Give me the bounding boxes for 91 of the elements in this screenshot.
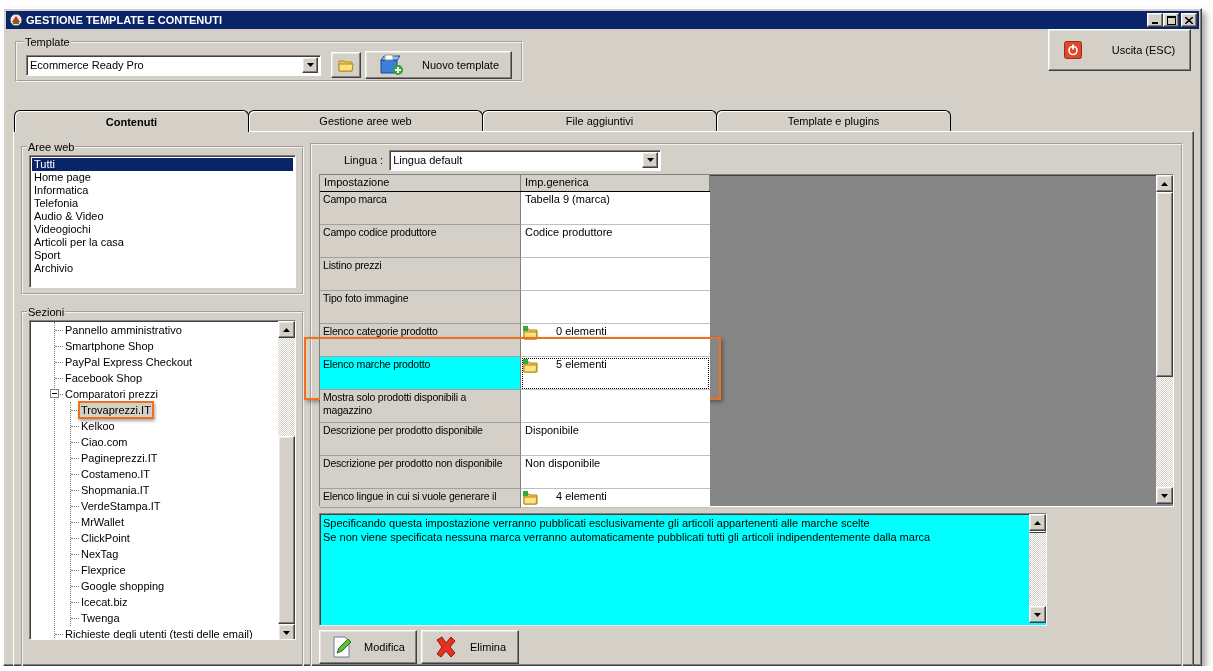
table-cell[interactable]: Campo marca <box>320 192 521 225</box>
tree-item[interactable]: Icecat.biz <box>78 593 131 611</box>
description-text: Se non viene specificata nessuna marca verranno automaticamente pubblicati tutti gli articoli indipendentemente dalla marca <box>323 530 932 544</box>
group-label: Template <box>24 36 71 48</box>
table-cell[interactable]: Elenco marche prodotto <box>320 357 521 390</box>
tab[interactable]: Gestione aree web <box>248 110 483 131</box>
tree-item[interactable]: Shopmania.IT <box>78 481 153 499</box>
action-button[interactable]: Elimina <box>421 630 519 664</box>
list-item[interactable]: Sport <box>32 249 293 262</box>
tree-item[interactable]: Ciao.com <box>78 433 131 451</box>
caret-down-icon <box>1161 493 1168 498</box>
action-button[interactable]: Modifica <box>319 630 417 664</box>
power-icon <box>1063 41 1082 59</box>
window-title: GESTIONE TEMPLATE E CONTENUTI <box>26 14 223 26</box>
tree-item[interactable]: PayPal Express Checkout <box>62 353 196 371</box>
tree-item[interactable]: Smartphone Shop <box>62 337 157 355</box>
table-cell[interactable]: Tabella 9 (marca) <box>521 192 710 225</box>
tree-item[interactable]: Comparatori prezzi <box>62 385 161 403</box>
list-item[interactable]: Tutti <box>32 158 293 171</box>
tree-item[interactable]: Twenga <box>78 609 123 627</box>
caret-down-icon <box>1034 612 1041 617</box>
table-cell[interactable]: Campo codice produttore <box>320 225 521 258</box>
tree-item[interactable]: Pannello amministrativo <box>62 321 185 339</box>
folder-icon <box>522 325 538 340</box>
caret-down-icon <box>306 63 314 67</box>
tab[interactable]: File aggiuntivi <box>482 110 717 131</box>
template-dropdown[interactable]: Ecommerce Ready Pro <box>26 54 321 76</box>
table-cell[interactable]: Listino prezzi <box>320 258 521 291</box>
column-header: Imp.generica <box>521 175 710 191</box>
table-cell[interactable]: Mostra solo prodotti disponibili a magazzino <box>320 390 521 423</box>
exit-button[interactable]: Uscita (ESC) <box>1048 29 1191 71</box>
maximize-icon <box>1166 15 1176 25</box>
folder-icon <box>338 58 354 72</box>
table-cell[interactable]: Codice produttore <box>521 225 710 258</box>
tree-item[interactable]: Kelkoo <box>78 417 118 435</box>
description-text: Specificando questa impostazione verranno pubblicati esclusivamente gli articoli appartenenti alle marche scelte <box>323 516 871 530</box>
column-header: Impostazione <box>320 175 521 191</box>
tree-item[interactable]: ClickPoint <box>78 529 133 547</box>
tree-item[interactable]: Costameno.IT <box>78 465 154 483</box>
table-cell[interactable]: Disponibile <box>521 423 710 456</box>
language-dropdown[interactable]: Lingua default <box>389 149 662 171</box>
table-cell[interactable]: Elenco categorie prodotto <box>320 324 521 357</box>
table-cell[interactable]: Non disponibile <box>521 456 710 489</box>
table-cell[interactable]: Tipo foto immagine <box>320 291 521 324</box>
folder-icon <box>522 358 538 373</box>
tree-item[interactable]: NexTag <box>78 545 122 563</box>
scrollbar[interactable] <box>1156 175 1173 504</box>
close-button[interactable] <box>1181 13 1197 27</box>
tree-item[interactable]: Trovaprezzi.IT <box>78 401 154 419</box>
scrollbar[interactable] <box>1029 514 1046 623</box>
close-icon <box>1185 16 1193 24</box>
new-template-button[interactable]: Nuovo template <box>365 51 512 79</box>
table-cell[interactable]: 0 elementi <box>521 324 710 357</box>
list-item[interactable]: Articoli per la casa <box>32 236 293 249</box>
folder-button[interactable] <box>331 52 361 78</box>
group-label: Aree web <box>27 141 76 153</box>
maximize-button[interactable] <box>1163 13 1179 27</box>
list-item[interactable]: Videogiochi <box>32 223 293 236</box>
pencil-page-icon <box>332 636 352 658</box>
minimize-button[interactable] <box>1147 13 1163 27</box>
tree-item[interactable]: Flexprice <box>78 561 129 579</box>
tree-item[interactable]: MrWallet <box>78 513 127 531</box>
table-cell[interactable]: Descrizione per prodotto non disponibile <box>320 456 521 489</box>
caret-down-icon <box>283 630 290 635</box>
table-cell[interactable]: 5 elementi <box>521 357 710 390</box>
caret-up-icon <box>1161 181 1168 186</box>
list-item[interactable]: Informatica <box>32 184 293 197</box>
scrollbar[interactable] <box>278 321 295 637</box>
tree-item[interactable]: Facebook Shop <box>62 369 146 387</box>
tree-item[interactable]: Pagineprezzi.IT <box>78 449 161 467</box>
list-item[interactable]: Home page <box>32 171 293 184</box>
list-item[interactable]: Audio & Video <box>32 210 293 223</box>
table-cell[interactable]: 4 elementi <box>521 489 710 508</box>
tree-item[interactable]: VerdeStampa.IT <box>78 497 164 515</box>
table-cell[interactable]: Descrizione per prodotto disponibile <box>320 423 521 456</box>
caret-up-icon <box>283 327 290 332</box>
caret-up-icon <box>1034 520 1041 525</box>
app-icon <box>9 13 23 27</box>
list-item[interactable]: Archivio <box>32 262 293 275</box>
field-label: Lingua : <box>344 154 384 166</box>
collapse-icon[interactable] <box>50 389 59 398</box>
cross-icon <box>434 636 458 658</box>
group-label: Sezioni <box>27 306 66 318</box>
caret-down-icon <box>646 158 654 162</box>
tree-item[interactable]: Google shopping <box>78 577 168 595</box>
tab[interactable]: Contenuti <box>14 110 249 132</box>
folder-icon <box>522 490 538 505</box>
add-box-icon <box>377 54 404 76</box>
table-cell[interactable]: Elenco lingue in cui si vuole generare il <box>320 489 521 508</box>
tab[interactable]: Template e plugins <box>716 110 951 131</box>
list-item[interactable]: Telefonia <box>32 197 293 210</box>
